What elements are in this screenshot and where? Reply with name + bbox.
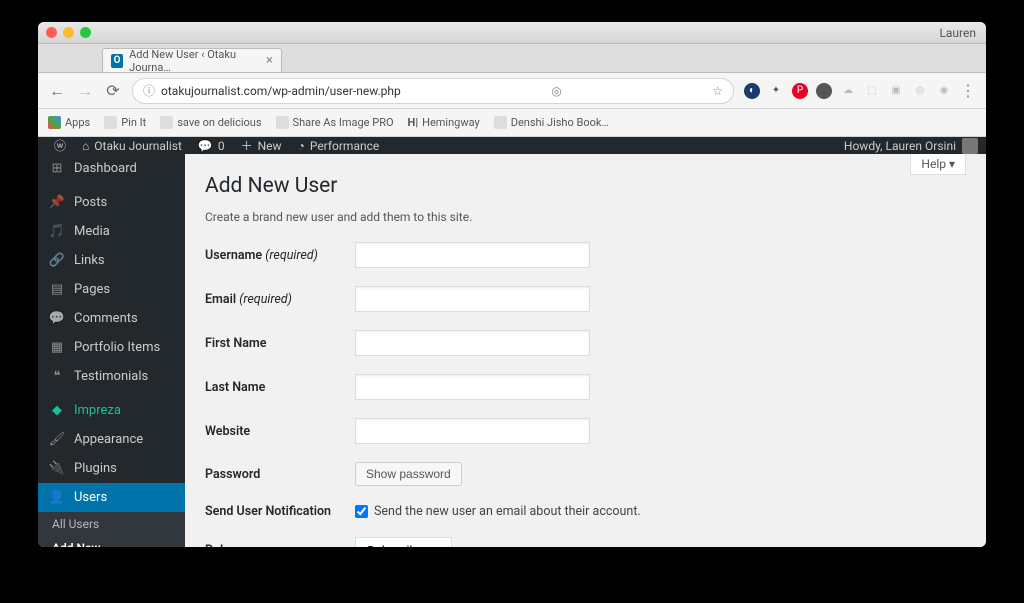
wp-admin-bar: ⓦ ⌂Otaku Journalist 💬0 ＋New ◔Performance… — [38, 137, 986, 154]
close-tab-icon[interactable]: × — [266, 53, 273, 68]
browser-tab[interactable]: O Add New User ‹ Otaku Journa… × — [102, 48, 282, 72]
maximize-window-button[interactable] — [80, 27, 91, 38]
brush-icon: 🖌 — [48, 432, 66, 447]
role-label: Role — [205, 543, 355, 548]
url-text: otakujournalist.com/wp-admin/user-new.ph… — [161, 84, 401, 98]
extension-icon[interactable] — [816, 83, 832, 99]
extension-icon[interactable]: ◐ — [744, 83, 760, 99]
extension-icon[interactable]: ☁ — [840, 83, 856, 99]
role-select[interactable]: Subscriber — [355, 537, 452, 547]
new-content-link[interactable]: ＋New — [233, 137, 290, 154]
sidebar-item-posts[interactable]: 📌Posts — [38, 188, 185, 217]
sidebar-item-testimonials[interactable]: ❝Testimonials — [38, 362, 185, 391]
last-name-label: Last Name — [205, 380, 355, 395]
username-label: Username (required) — [205, 248, 355, 263]
send-notification-checkbox[interactable] — [355, 505, 368, 518]
password-label: Password — [205, 467, 355, 482]
sidebar-item-impreza[interactable]: ◆Impreza — [38, 396, 185, 425]
back-button[interactable]: ← — [48, 81, 66, 101]
sidebar-item-dashboard[interactable]: ⊞Dashboard — [38, 154, 185, 183]
dashboard-icon: ⊞ — [48, 161, 66, 176]
bookmarks-bar: Apps Pin It save on delicious Share As I… — [38, 109, 986, 137]
apps-bookmark[interactable]: Apps — [48, 116, 90, 129]
comments-link[interactable]: 💬0 — [190, 137, 233, 154]
media-icon: 🎵 — [48, 224, 66, 239]
extension-icon[interactable]: ⬚ — [864, 83, 880, 99]
email-label: Email (required) — [205, 292, 355, 307]
portfolio-icon: ▦ — [48, 340, 66, 355]
site-name-link[interactable]: ⌂Otaku Journalist — [74, 137, 190, 154]
bookmark-item[interactable]: Share As Image PRO — [276, 116, 394, 129]
username-input[interactable] — [355, 242, 590, 268]
email-input[interactable] — [355, 286, 590, 312]
sidebar-subitem-all-users[interactable]: All Users — [38, 512, 185, 536]
extension-icons: ◐ ✦ P ☁ ⬚ ▣ ◎ ◉ ⋮ — [744, 81, 976, 100]
comment-icon: 💬 — [198, 139, 213, 153]
forward-button[interactable]: → — [76, 81, 94, 101]
diamond-icon: ◆ — [48, 403, 66, 418]
chrome-menu-icon[interactable]: ⋮ — [960, 81, 976, 100]
sidebar-item-links[interactable]: 🔗Links — [38, 246, 185, 275]
website-input[interactable] — [355, 418, 590, 444]
url-field[interactable]: ⓘ otakujournalist.com/wp-admin/user-new.… — [132, 78, 734, 104]
performance-link[interactable]: ◔Performance — [290, 137, 388, 154]
main-content: Help ▾ Add New User Create a brand new u… — [185, 154, 986, 547]
sidebar-item-comments[interactable]: 💬Comments — [38, 304, 185, 333]
page-description: Create a brand new user and add them to … — [205, 210, 966, 224]
bookmark-item[interactable]: save on delicious — [160, 116, 261, 129]
pin-icon: 📌 — [48, 195, 66, 210]
link-icon: 🔗 — [48, 253, 66, 268]
show-password-button[interactable]: Show password — [355, 462, 462, 486]
first-name-label: First Name — [205, 336, 355, 351]
site-info-icon[interactable]: ⓘ — [143, 82, 155, 99]
home-icon: ⌂ — [82, 139, 89, 153]
tab-bar: O Add New User ‹ Otaku Journa… × — [38, 44, 986, 73]
browser-window: Lauren O Add New User ‹ Otaku Journa… × … — [38, 22, 986, 547]
testimonial-icon: ❝ — [48, 369, 66, 384]
minimize-window-button[interactable] — [63, 27, 74, 38]
tab-title: Add New User ‹ Otaku Journa… — [129, 48, 260, 74]
extension-icon[interactable]: ▣ — [888, 83, 904, 99]
bookmark-star-icon[interactable]: ☆ — [712, 84, 723, 98]
help-tab[interactable]: Help ▾ — [910, 154, 966, 175]
wp-logo-icon[interactable]: ⓦ — [46, 137, 74, 154]
page-title: Add New User — [205, 174, 966, 198]
last-name-input[interactable] — [355, 374, 590, 400]
sidebar-item-media[interactable]: 🎵Media — [38, 217, 185, 246]
bookmark-item[interactable]: H|Hemingway — [408, 116, 480, 129]
page-icon: ▤ — [48, 282, 66, 297]
bookmark-item[interactable]: Pin It — [104, 116, 146, 129]
sidebar-subitem-add-new[interactable]: Add New — [38, 536, 185, 547]
comment-icon: 💬 — [48, 311, 66, 326]
favicon-icon: O — [111, 54, 123, 68]
plug-icon: 🔌 — [48, 461, 66, 476]
first-name-input[interactable] — [355, 330, 590, 356]
close-window-button[interactable] — [46, 27, 57, 38]
sidebar-item-portfolio[interactable]: ▦Portfolio Items — [38, 333, 185, 362]
notification-label: Send User Notification — [205, 504, 355, 519]
greeting-text[interactable]: Howdy, Lauren Orsini — [844, 139, 956, 153]
website-label: Website — [205, 424, 355, 439]
plus-icon: ＋ — [241, 137, 253, 154]
extension-icon[interactable]: ✦ — [768, 83, 784, 99]
gauge-icon: ◔ — [298, 139, 305, 153]
pinterest-icon[interactable]: P — [792, 83, 808, 99]
address-bar: ← → ⟳ ⓘ otakujournalist.com/wp-admin/use… — [38, 73, 986, 109]
avatar[interactable] — [962, 138, 978, 154]
macos-user: Lauren — [939, 26, 976, 40]
qr-icon[interactable]: ◎ — [551, 84, 561, 98]
notification-description: Send the new user an email about their a… — [374, 504, 641, 519]
reload-button[interactable]: ⟳ — [104, 81, 122, 100]
sidebar-item-pages[interactable]: ▤Pages — [38, 275, 185, 304]
user-icon: 👤 — [48, 490, 66, 505]
extension-icon[interactable]: ◎ — [912, 83, 928, 99]
admin-sidebar: ⊞Dashboard 📌Posts 🎵Media 🔗Links ▤Pages 💬… — [38, 154, 185, 547]
sidebar-item-appearance[interactable]: 🖌Appearance — [38, 425, 185, 454]
bookmark-item[interactable]: Denshi Jisho Book… — [494, 116, 609, 129]
sidebar-item-users[interactable]: 👤Users — [38, 483, 185, 512]
extension-icon[interactable]: ◉ — [936, 83, 952, 99]
macos-titlebar: Lauren — [38, 22, 986, 44]
sidebar-item-plugins[interactable]: 🔌Plugins — [38, 454, 185, 483]
